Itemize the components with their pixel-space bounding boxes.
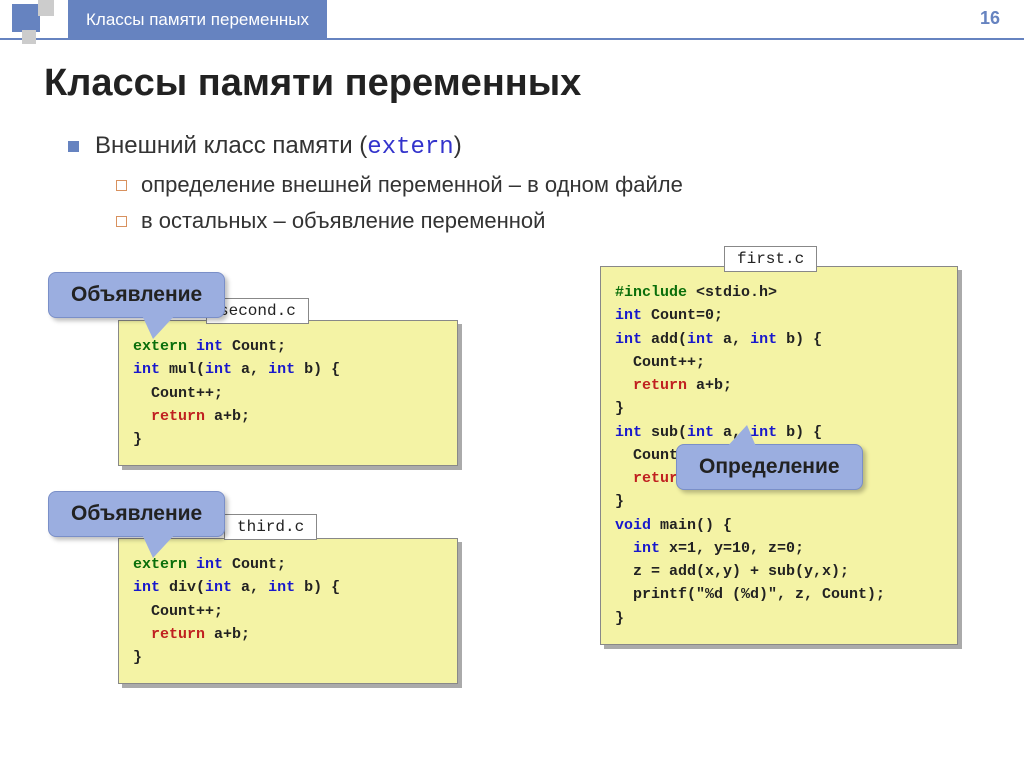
bullet-text: Внешний класс памяти (extern) — [95, 132, 462, 161]
keyword-extern: extern — [367, 134, 453, 161]
logo-icon — [10, 0, 60, 46]
code-block-second: extern int Count; int mul(int a, int b) … — [118, 320, 458, 466]
bullet-level2: определение внешней переменной – в одном… — [116, 172, 683, 198]
open-square-bullet-icon — [116, 180, 127, 191]
bullet-level2: в остальных – объявление переменной — [116, 208, 545, 234]
callout-declaration-1: Объявление — [48, 272, 225, 318]
breadcrumb: Классы памяти переменных — [68, 0, 327, 40]
page-title: Классы памяти переменных — [44, 62, 581, 105]
bullet-level1: Внешний класс памяти (extern) — [68, 132, 462, 161]
file-tab-third: third.c — [224, 514, 317, 540]
bullet-text: определение внешней переменной – в одном… — [141, 172, 683, 198]
callout-definition: Определение — [676, 444, 863, 490]
page-number: 16 — [980, 8, 1000, 29]
file-tab-first: first.c — [724, 246, 817, 272]
square-bullet-icon — [68, 141, 79, 152]
bullet-text: в остальных – объявление переменной — [141, 208, 545, 234]
top-bar: Классы памяти переменных 16 — [0, 0, 1024, 40]
code-block-third: extern int Count; int div(int a, int b) … — [118, 538, 458, 684]
open-square-bullet-icon — [116, 216, 127, 227]
callout-declaration-2: Объявление — [48, 491, 225, 537]
